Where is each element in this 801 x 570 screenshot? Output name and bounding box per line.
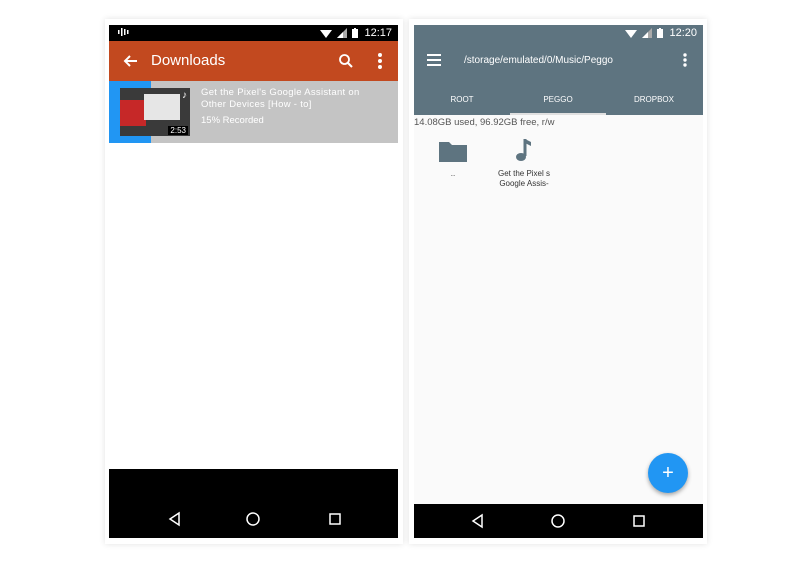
nav-back-icon[interactable] (468, 511, 488, 531)
file-grid-item[interactable]: .. (418, 137, 488, 179)
download-title: Get the Pixel's Google Assistant on Othe… (201, 87, 360, 110)
battery-icon (657, 28, 664, 38)
signal-icon (642, 28, 653, 38)
right-screen: 12:20 /storage/emulated/0/Music/Peggo RO… (414, 25, 703, 538)
battery-icon (352, 28, 359, 38)
download-list-item[interactable]: ♪ 2:53 Get the Pixel's Google Assistant … (109, 81, 398, 143)
location-tabs: ROOT PEGGO DROPBOX (414, 85, 703, 115)
wifi-icon (320, 28, 333, 38)
page-title: Downloads (151, 52, 226, 69)
music-note-icon (508, 137, 540, 165)
system-nav-bar (414, 504, 703, 538)
add-fab-button[interactable]: + (648, 453, 688, 493)
file-grid-item[interactable]: Get the Pixel s Google Assis- (489, 137, 559, 189)
current-path: /storage/emulated/0/Music/Peggo (464, 55, 613, 66)
nav-home-icon[interactable] (548, 511, 568, 531)
right-phone: 12:20 /storage/emulated/0/Music/Peggo RO… (409, 19, 707, 544)
hamburger-menu-icon[interactable] (426, 52, 444, 68)
left-phone: 12:17 Downloads ♪ 2:53 Get the Pixel's G… (105, 19, 403, 544)
file-name: Get the Pixel s Google Assis- (497, 169, 551, 188)
status-bar: 12:20 (414, 25, 703, 41)
tab-peggo[interactable]: PEGGO (510, 85, 606, 115)
file-manager-header: /storage/emulated/0/Music/Peggo ROOT PEG… (414, 41, 703, 115)
download-status: 15% Recorded (201, 115, 264, 126)
status-time: 12:20 (669, 27, 697, 39)
file-name: .. (450, 169, 456, 178)
more-vert-icon[interactable] (680, 51, 690, 69)
nav-recents-icon[interactable] (629, 511, 649, 531)
video-thumbnail: ♪ 2:53 (120, 88, 190, 136)
video-duration: 2:53 (168, 126, 188, 135)
status-bar: 12:17 (109, 25, 398, 41)
tab-root[interactable]: ROOT (414, 85, 510, 115)
more-vert-icon[interactable] (373, 51, 387, 71)
left-screen: 12:17 Downloads ♪ 2:53 Get the Pixel's G… (109, 25, 398, 538)
search-icon[interactable] (337, 52, 355, 70)
system-nav-bar (109, 469, 398, 538)
storage-info: 14.08GB used, 96.92GB free, r/w (414, 117, 555, 128)
nav-back-icon[interactable] (165, 509, 185, 529)
status-time: 12:17 (364, 27, 392, 39)
app-toolbar: Downloads (109, 41, 398, 81)
music-note-icon: ♪ (182, 90, 187, 101)
back-arrow-icon[interactable] (121, 51, 141, 71)
folder-icon (437, 137, 469, 165)
voicemail-icon (117, 27, 129, 40)
signal-icon (337, 28, 348, 38)
tab-dropbox[interactable]: DROPBOX (606, 85, 702, 115)
wifi-icon (625, 28, 638, 38)
nav-recents-icon[interactable] (325, 509, 345, 529)
nav-home-icon[interactable] (243, 509, 263, 529)
